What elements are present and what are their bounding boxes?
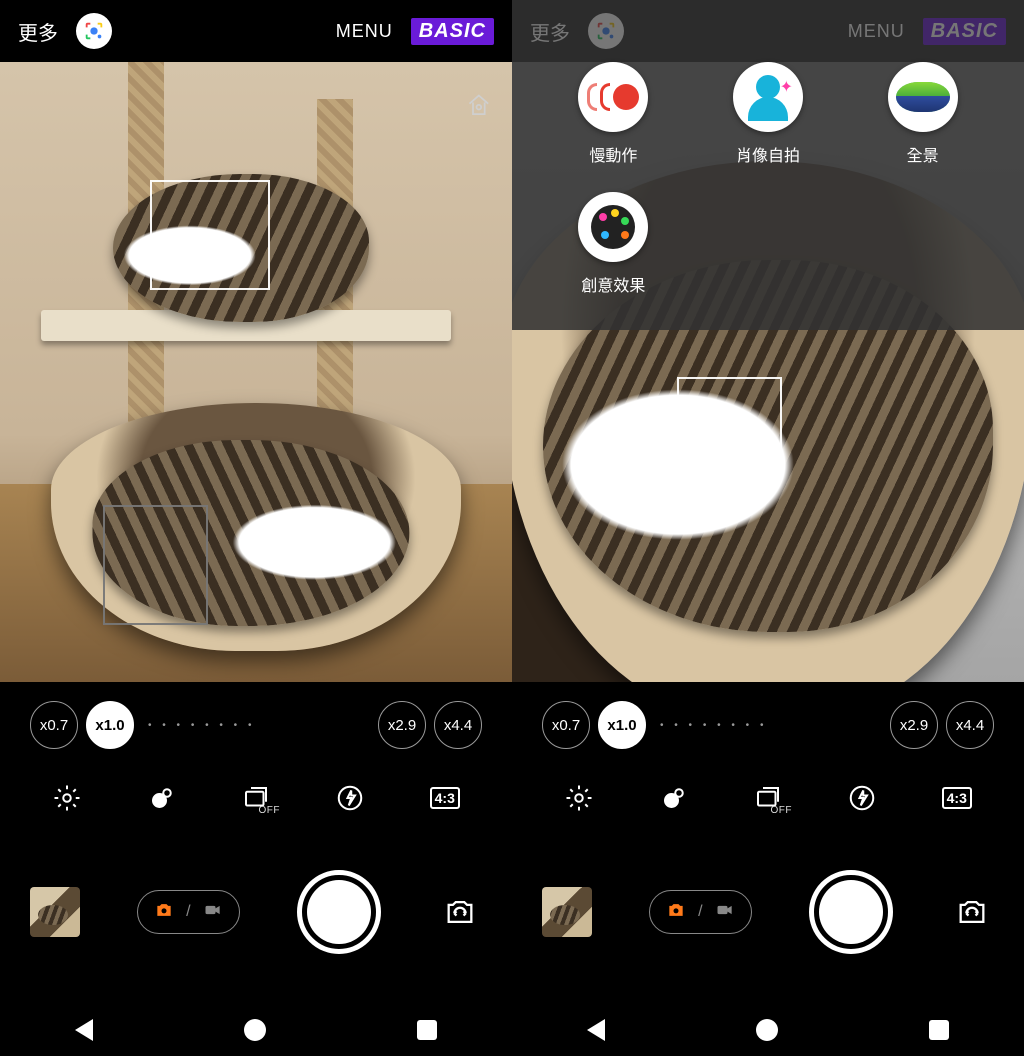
nav-back[interactable] <box>75 1019 93 1041</box>
shutter-button[interactable] <box>297 870 381 954</box>
zoom-4-4[interactable]: x4.4 <box>434 701 482 749</box>
drive-mode-off-label: OFF <box>770 805 792 816</box>
video-icon <box>715 900 735 925</box>
zoom-selector: x0.7 x1.0 • • • • • • • • x2.9 x4.4 <box>512 682 1024 768</box>
photo-video-toggle[interactable]: / <box>137 890 239 934</box>
nav-back[interactable] <box>587 1019 605 1041</box>
zoom-dots: • • • • • • • • <box>142 720 261 731</box>
viewfinder[interactable] <box>0 62 512 682</box>
zoom-1-0[interactable]: x1.0 <box>86 701 134 749</box>
zoom-0-7[interactable]: x0.7 <box>542 701 590 749</box>
zoom-selector: x0.7 x1.0 • • • • • • • • x2.9 x4.4 <box>0 682 512 768</box>
drive-mode-icon[interactable]: OFF <box>748 778 788 818</box>
top-bar: 更多 MENU BASIC <box>0 0 512 62</box>
shutter-bar: / <box>512 828 1024 1004</box>
zoom-dots: • • • • • • • • <box>654 720 773 731</box>
mode-portrait-selfie[interactable]: ✦ 肖像自拍 <box>691 62 846 166</box>
switch-camera-button[interactable] <box>438 890 482 934</box>
mode-label: 慢動作 <box>589 142 637 166</box>
focus-indicator-secondary <box>103 505 208 625</box>
camera-screen-basic: 更多 MENU BASIC x0.7 x1.0 • • • • • • • • <box>0 0 512 1056</box>
zoom-2-9[interactable]: x2.9 <box>890 701 938 749</box>
video-icon <box>203 900 223 925</box>
zoom-0-7[interactable]: x0.7 <box>30 701 78 749</box>
camera-preview <box>0 62 512 682</box>
top-bar: 更多 MENU BASIC <box>512 0 1024 62</box>
aspect-ratio-label: 4:3 <box>430 787 460 809</box>
mode-slow-motion[interactable]: 慢動作 <box>536 62 691 166</box>
mode-badge-basic[interactable]: BASIC <box>411 18 494 45</box>
flash-icon[interactable] <box>842 778 882 818</box>
quick-settings: OFF 4:3 <box>0 768 512 828</box>
shutter-button[interactable] <box>809 870 893 954</box>
brightness-icon[interactable] <box>559 778 599 818</box>
menu-button[interactable]: MENU <box>336 21 393 42</box>
android-nav-bar <box>512 1004 1024 1056</box>
aspect-ratio-button[interactable]: 4:3 <box>425 778 465 818</box>
menu-button[interactable]: MENU <box>848 21 905 42</box>
drive-mode-off-label: OFF <box>258 805 280 816</box>
mode-label: 全景 <box>907 142 939 166</box>
zoom-1-0[interactable]: x1.0 <box>598 701 646 749</box>
focus-indicator-primary <box>150 180 270 290</box>
mode-badge-basic[interactable]: BASIC <box>923 18 1006 45</box>
mode-panorama[interactable]: 全景 <box>845 62 1000 166</box>
brightness-icon[interactable] <box>47 778 87 818</box>
nav-recent[interactable] <box>929 1020 949 1040</box>
shutter-bar: / <box>0 828 512 1004</box>
aspect-ratio-button[interactable]: 4:3 <box>937 778 977 818</box>
more-button[interactable]: 更多 <box>18 17 58 46</box>
toggle-separator: / <box>186 903 190 921</box>
toggle-separator: / <box>698 903 702 921</box>
flash-icon[interactable] <box>330 778 370 818</box>
tag-icon[interactable] <box>466 92 494 125</box>
camera-icon <box>666 900 686 925</box>
gallery-thumbnail[interactable] <box>542 887 592 937</box>
nav-recent[interactable] <box>417 1020 437 1040</box>
google-lens-button[interactable] <box>588 13 624 49</box>
photo-video-toggle[interactable]: / <box>649 890 751 934</box>
nav-home[interactable] <box>756 1019 778 1041</box>
android-nav-bar <box>0 1004 512 1056</box>
mode-creative-effect[interactable]: 創意效果 <box>536 192 691 296</box>
mode-label: 創意效果 <box>581 272 645 296</box>
bokeh-icon[interactable] <box>654 778 694 818</box>
zoom-4-4[interactable]: x4.4 <box>946 701 994 749</box>
quick-settings: OFF 4:3 <box>512 768 1024 828</box>
google-lens-button[interactable] <box>76 13 112 49</box>
focus-indicator-primary <box>677 377 782 482</box>
more-button[interactable]: 更多 <box>530 17 570 46</box>
zoom-2-9[interactable]: x2.9 <box>378 701 426 749</box>
camera-icon <box>154 900 174 925</box>
mode-label: 肖像自拍 <box>736 142 800 166</box>
drive-mode-icon[interactable]: OFF <box>236 778 276 818</box>
camera-screen-more-modes: 更多 MENU BASIC 慢動作 ✦ 肖像自拍 全景 <box>512 0 1024 1056</box>
nav-home[interactable] <box>244 1019 266 1041</box>
switch-camera-button[interactable] <box>950 890 994 934</box>
bokeh-icon[interactable] <box>142 778 182 818</box>
gallery-thumbnail[interactable] <box>30 887 80 937</box>
aspect-ratio-label: 4:3 <box>942 787 972 809</box>
